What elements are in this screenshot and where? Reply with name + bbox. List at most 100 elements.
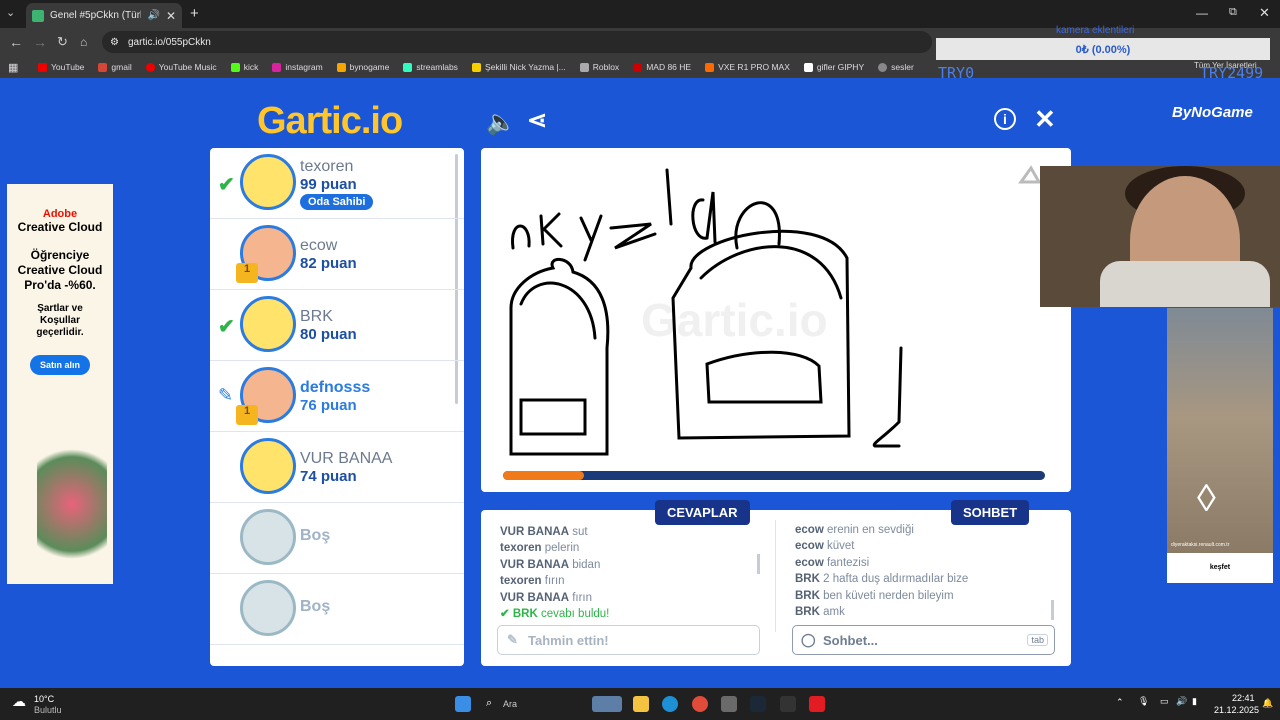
start-icon[interactable]	[455, 696, 471, 712]
tab-close-icon[interactable]: ✕	[166, 9, 176, 23]
answer-item: texoren pelerin	[500, 542, 580, 555]
player-row: VUR BANAA 74 puan	[210, 432, 464, 503]
url-text: gartic.io/055pCkkn	[128, 36, 211, 48]
bynogame-logo: ByNoGame	[1172, 104, 1253, 121]
player-name: defnosss	[300, 379, 371, 396]
player-score: 76 puan	[300, 397, 357, 414]
ad-cta[interactable]: keşfet	[1167, 564, 1273, 571]
avatar	[240, 154, 296, 210]
empty-slot-row: Boş	[210, 503, 464, 574]
tab-key-hint: tab	[1027, 634, 1048, 646]
battery-icon[interactable]: ▮	[1192, 696, 1197, 707]
url-input[interactable]: ⚙ gartic.io/055pCkkn	[102, 31, 932, 53]
player-name: ecow	[300, 237, 338, 254]
answer-item: VUR BANAA bidan	[500, 558, 601, 571]
bookmark-item[interactable]: sesler	[878, 62, 914, 72]
bookmark-item[interactable]: Roblox	[579, 62, 619, 72]
chrome-icon[interactable]	[692, 696, 708, 712]
player-row: 1 ecow 82 puan	[210, 219, 464, 290]
chat-placeholder: Sohbet...	[823, 632, 878, 648]
mic-icon[interactable]: 🎙	[1138, 696, 1149, 707]
answer-item: texoren fırın	[500, 575, 565, 588]
search-icon[interactable]: ⌕	[486, 697, 492, 710]
steam-icon[interactable]	[750, 696, 766, 712]
chat-bubble-icon: ◯	[801, 632, 816, 647]
ad-car-image	[1167, 308, 1273, 553]
guess-placeholder: Tahmin ettin!	[528, 632, 609, 648]
tray-chevron-icon[interactable]: ⌃	[1116, 697, 1124, 708]
site-info-icon[interactable]: ⚙	[110, 37, 119, 48]
player-score: 80 puan	[300, 326, 357, 343]
taskbar-search[interactable]: Ara	[503, 699, 517, 709]
speaker-icon[interactable]: 🔊	[147, 10, 159, 21]
reload-icon[interactable]: ↻	[57, 34, 68, 50]
notification-icon[interactable]: 🔔	[1262, 698, 1273, 709]
bookmark-item[interactable]: Şekilli Nick Yazma |...	[471, 62, 566, 72]
chat-scrollbar[interactable]	[1051, 600, 1054, 620]
new-tab-icon[interactable]: +	[190, 5, 199, 22]
bookmark-item[interactable]: bynogame	[336, 62, 389, 72]
ad-brand: Adobe	[42, 208, 78, 220]
share-icon[interactable]: ⋖	[527, 106, 547, 135]
network-icon[interactable]: ▭	[1160, 696, 1169, 707]
player-name: VUR BANAA	[300, 450, 393, 467]
clock-date[interactable]: 21.12.2025	[1214, 705, 1259, 715]
clock-time[interactable]: 22:41	[1232, 693, 1255, 703]
answers-chat-panel: CEVAPLAR SOHBET VUR BANAA sut texoren pe…	[481, 500, 1071, 666]
tab-list-icon[interactable]: ⌄	[6, 6, 15, 19]
taskbar: ☁ 10°C Bulutlu ⌕ Ara ⌃ 🎙 ▭ 🔊 ▮ 22:41 21.…	[0, 688, 1280, 720]
bookmark-item[interactable]: gmail	[98, 62, 132, 72]
tab-title: Genel #5pCkkn (Türkçe) - G	[50, 10, 141, 21]
bookmark-item[interactable]: gifler GIPHY	[803, 62, 864, 72]
answer-item: VUR BANAA fırın	[500, 591, 593, 604]
window-close-icon[interactable]: ✕	[1259, 5, 1270, 21]
sound-icon[interactable]: 🔈	[486, 108, 516, 137]
chat-input[interactable]: ◯ Sohbet... tab	[792, 625, 1055, 655]
chat-item: ecow küvet	[795, 540, 855, 553]
avatar	[240, 438, 296, 494]
bookmark-item[interactable]: instagram	[272, 62, 323, 72]
bookmark-item[interactable]: VXE R1 PRO MAX	[705, 62, 790, 72]
chat-list: ecow erenin en sevdiği ecow küvet ecow f…	[795, 522, 968, 620]
apps-icon[interactable]: ▦	[8, 61, 18, 74]
player-name: BRK	[300, 308, 333, 325]
player-name: texoren	[300, 158, 354, 175]
weather-temp: 10°C	[34, 694, 55, 704]
bookmark-item[interactable]: YouTube Music	[145, 62, 217, 72]
minimize-icon[interactable]: —	[1196, 6, 1208, 20]
store-icon[interactable]	[721, 696, 737, 712]
guess-input[interactable]: ✎ Tahmin ettin!	[497, 625, 760, 655]
bookmark-item[interactable]: YouTube	[38, 62, 84, 72]
panel-divider	[775, 520, 776, 632]
epic-games-icon[interactable]	[780, 696, 796, 712]
volume-icon[interactable]: 🔊	[1176, 696, 1187, 707]
answer-item: VUR BANAA sut	[500, 526, 588, 538]
player-score: 74 puan	[300, 468, 357, 485]
answers-scrollbar[interactable]	[757, 554, 760, 574]
home-icon[interactable]: ⌂	[80, 35, 87, 49]
back-icon[interactable]: ←	[9, 34, 23, 50]
browser-tab[interactable]: Genel #5pCkkn (Türkçe) - G 🔊 ✕	[26, 3, 182, 28]
drawing-pencil-icon: ✎	[218, 385, 234, 405]
close-icon[interactable]: ✕	[1034, 104, 1056, 135]
try-left: TRY0	[938, 64, 975, 82]
bookmark-item[interactable]: kick	[230, 62, 258, 72]
edge-icon[interactable]	[662, 696, 678, 712]
ad-cta-button[interactable]: Satın alın	[29, 355, 90, 375]
file-explorer-icon[interactable]	[633, 696, 649, 712]
restore-icon[interactable]: ⧉	[1229, 6, 1237, 19]
weather-icon[interactable]: ☁	[12, 693, 26, 710]
forward-icon[interactable]: →	[33, 34, 47, 50]
bookmark-item[interactable]: MAD 86 HE	[633, 62, 691, 72]
info-icon[interactable]: i	[994, 108, 1016, 130]
drawing-canvas[interactable]: Gartic.io	[481, 148, 1071, 492]
adobe-ad[interactable]: Adobe Creative Cloud Öğrenciye Creative …	[7, 184, 113, 584]
bookmark-item[interactable]: streamlabs	[403, 62, 458, 72]
donation-overlay: 0₺ (0.00%)	[936, 38, 1270, 60]
player-row: ✎ 1 defnosss 76 puan	[210, 361, 464, 432]
widgets-icon[interactable]	[592, 696, 622, 712]
app-icon[interactable]	[809, 696, 825, 712]
chat-item: BRK ben küveti nerden bileyim	[795, 589, 954, 602]
camera-overlay-title: kamera eklentileri	[1056, 25, 1135, 36]
renault-ad[interactable]: ◊ diyeraktaksi.renault.com.tr keşfet	[1167, 308, 1273, 583]
